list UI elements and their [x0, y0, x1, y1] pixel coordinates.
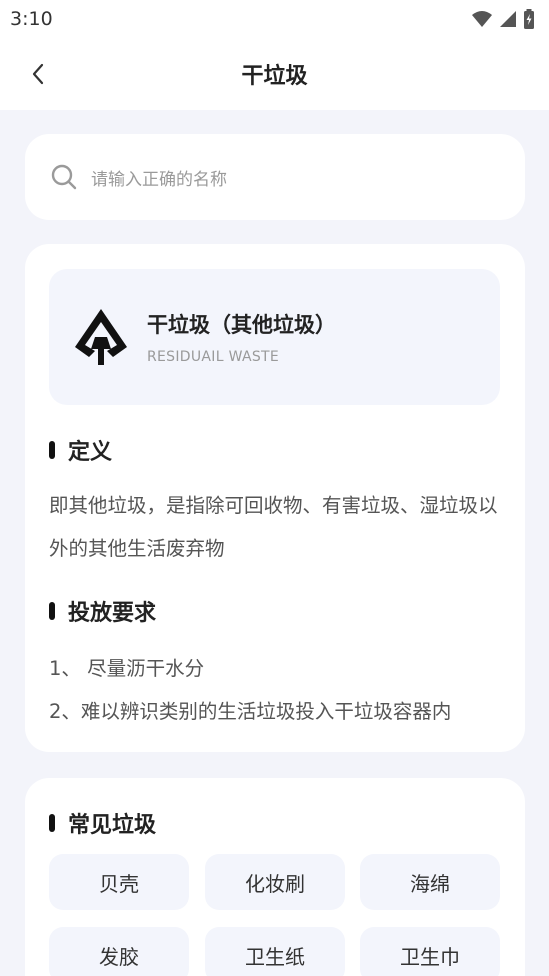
status-icons: [471, 9, 535, 29]
section-marker: [49, 602, 55, 620]
category-title: 干垃圾（其他垃圾）: [147, 313, 336, 337]
common-waste-card: 常见垃圾 贝壳 化妆刷 海绵 发胶 卫生纸 卫生巾: [25, 778, 525, 976]
page-title: 干垃圾: [241, 64, 308, 89]
battery-icon: [524, 9, 534, 29]
requirements-heading: 投放要求: [49, 595, 156, 627]
requirements-title: 投放要求: [68, 601, 157, 626]
definition-heading: 定义: [49, 434, 112, 466]
residual-waste-logo-icon: [75, 309, 127, 365]
status-bar: 3:10: [0, 0, 549, 38]
nav-bar: 干垃圾: [0, 38, 549, 110]
common-heading: 常见垃圾: [49, 807, 156, 839]
waste-item-chip[interactable]: 发胶: [49, 927, 189, 976]
signal-icon: [500, 11, 516, 27]
waste-item-chip[interactable]: 卫生纸: [205, 927, 345, 976]
waste-item-chip[interactable]: 化妆刷: [205, 854, 345, 910]
search-input[interactable]: 请输入正确的名称: [91, 165, 227, 190]
section-marker: [49, 814, 55, 832]
requirement-item: 1、 尽量沥干水分: [49, 657, 205, 680]
search-bar[interactable]: 请输入正确的名称: [25, 134, 525, 220]
category-header: 干垃圾（其他垃圾） RESIDUAIL WASTE: [49, 269, 500, 405]
requirement-item: 2、难以辨识类别的生活垃圾投入干垃圾容器内: [49, 700, 452, 723]
waste-item-chip[interactable]: 海绵: [360, 854, 500, 910]
waste-item-chip[interactable]: 贝壳: [49, 854, 189, 910]
waste-item-chip[interactable]: 卫生巾: [360, 927, 500, 976]
back-button[interactable]: [22, 58, 54, 90]
category-info-card: 干垃圾（其他垃圾） RESIDUAIL WASTE 定义 即其他垃圾，是指除可回…: [25, 244, 525, 752]
chevron-left-icon: [32, 63, 44, 85]
category-subtitle: RESIDUAIL WASTE: [147, 349, 280, 365]
definition-text: 即其他垃圾，是指除可回收物、有害垃圾、湿垃圾以外的其他生活废弃物: [49, 494, 498, 560]
status-time: 3:10: [10, 8, 53, 30]
common-title: 常见垃圾: [68, 813, 157, 838]
wifi-icon: [472, 11, 492, 27]
search-icon: [51, 164, 77, 190]
definition-title: 定义: [68, 440, 113, 465]
section-marker: [49, 441, 55, 459]
